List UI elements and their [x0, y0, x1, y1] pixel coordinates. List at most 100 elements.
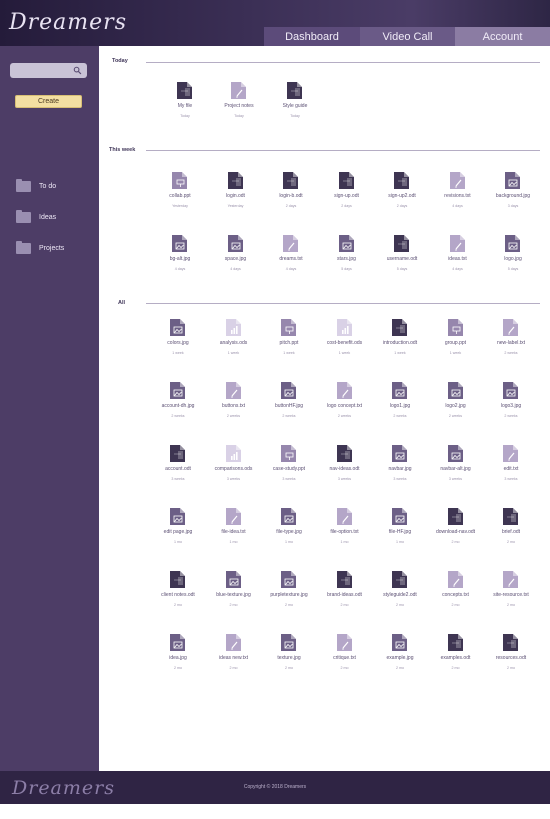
file-item[interactable]: collab.ppt Yesterday: [152, 171, 208, 215]
sidebar-item-ideas[interactable]: Ideas: [16, 209, 96, 224]
file-item[interactable]: colors.jpg 1 week: [150, 318, 206, 362]
tab-account[interactable]: Account: [455, 27, 550, 46]
file-item[interactable]: edit.txt 3 weeks: [483, 444, 539, 488]
divider: [146, 303, 540, 304]
file-item[interactable]: Style guide Today: [267, 81, 323, 125]
file-item[interactable]: purpletexture.jpg 2 mo: [261, 570, 317, 614]
file-date: 2 mo: [340, 603, 349, 607]
tab-video-call[interactable]: Video Call: [360, 27, 455, 46]
tab-dashboard[interactable]: Dashboard: [264, 27, 360, 46]
file-item[interactable]: buttons.txt 2 weeks: [206, 381, 262, 425]
file-name: navbar-alt.jpg: [440, 466, 471, 472]
file-item[interactable]: dreams.txt 4 days: [263, 234, 319, 278]
text-file-icon: [502, 444, 519, 463]
file-item[interactable]: new-label.txt 2 weeks: [483, 318, 539, 362]
file-item[interactable]: idea.jpg 2 mo: [150, 633, 206, 677]
file-item[interactable]: cost-benefit.ods 1 week: [317, 318, 373, 362]
spreadsheet-file-icon: [225, 318, 242, 337]
file-item[interactable]: example.jpg 2 mo: [372, 633, 428, 677]
file-item[interactable]: account-dh.jpg 2 weeks: [150, 381, 206, 425]
file-name: My file: [177, 103, 193, 109]
file-date: 2 days: [341, 204, 352, 208]
file-item[interactable]: My file Today: [157, 81, 213, 125]
file-item[interactable]: blue-texture.jpg 2 mo: [206, 570, 262, 614]
file-item[interactable]: navbar.jpg 3 weeks: [372, 444, 428, 488]
file-item[interactable]: space.jpg 4 days: [208, 234, 264, 278]
file-date: 1 week: [172, 351, 184, 355]
logo[interactable]: Dreamers: [9, 10, 127, 35]
file-item[interactable]: styleguide2.odt 2 mo: [372, 570, 428, 614]
file-name: logo concept.txt: [326, 403, 363, 409]
file-date: 2 weeks: [504, 351, 518, 355]
file-item[interactable]: Project notes Today: [211, 81, 267, 125]
file-item[interactable]: pitch.ppt 1 week: [261, 318, 317, 362]
sidebar-item-projects[interactable]: Projects: [16, 240, 96, 255]
section-title-this-week: This week: [109, 147, 136, 153]
file-name: sign-up.odt: [334, 193, 359, 199]
file-item[interactable]: ideas new.txt 2 mo: [206, 633, 262, 677]
file-item[interactable]: brand-ideas.odt 2 mo: [317, 570, 373, 614]
file-item[interactable]: logo2.jpg 2 weeks: [428, 381, 484, 425]
file-name: ideas.txt: [448, 256, 467, 262]
file-item[interactable]: introduction.odt 1 week: [372, 318, 428, 362]
file-item[interactable]: logo.jpg 5 days: [485, 234, 541, 278]
file-item[interactable]: buttonHF.jpg 2 weeks: [261, 381, 317, 425]
sidebar-item-todo[interactable]: To do: [16, 178, 96, 193]
file-name: buttonHF.jpg: [274, 403, 304, 409]
create-button[interactable]: Create: [15, 95, 82, 108]
file-item[interactable]: logo3.jpg 2 weeks: [483, 381, 539, 425]
file-item[interactable]: ideas.txt 4 days: [430, 234, 486, 278]
file-item[interactable]: texture.jpg 2 mo: [261, 633, 317, 677]
file-item[interactable]: client notes.odt 2 mo: [150, 570, 206, 614]
file-item[interactable]: background.jpg 3 days: [485, 171, 541, 215]
file-item[interactable]: nav-ideas.odt 3 weeks: [317, 444, 373, 488]
file-item[interactable]: file-HF.jpg 1 mo: [372, 507, 428, 551]
file-item[interactable]: logo concept.txt 2 weeks: [317, 381, 373, 425]
file-item[interactable]: logo1.jpg 2 weeks: [372, 381, 428, 425]
file-date: 3 weeks: [337, 477, 352, 481]
file-item[interactable]: username.odt 5 days: [374, 234, 430, 278]
image-file-icon: [280, 381, 297, 400]
file-item[interactable]: login-b.odt 2 days: [263, 171, 319, 215]
file-date: 1 mo: [340, 540, 349, 544]
file-item[interactable]: site-resource.txt 2 mo: [483, 570, 539, 614]
file-name: critique.txt: [333, 655, 356, 661]
file-name: edit page.jpg: [163, 529, 193, 535]
image-file-icon: [280, 507, 297, 526]
file-item[interactable]: critique.txt 2 mo: [317, 633, 373, 677]
file-item[interactable]: stars.jpg 5 days: [319, 234, 375, 278]
file-item[interactable]: account.odt 3 weeks: [150, 444, 206, 488]
file-name: analysis.ods: [219, 340, 248, 346]
file-name: idea.jpg: [169, 655, 187, 661]
file-item[interactable]: file-option.txt 1 mo: [317, 507, 373, 551]
file-item[interactable]: edit page.jpg 1 mo: [150, 507, 206, 551]
file-date: 5 days: [341, 267, 352, 271]
search-icon[interactable]: [73, 66, 82, 75]
file-item[interactable]: examples.odt 2 mo: [428, 633, 484, 677]
file-name: examples.odt: [440, 655, 471, 661]
image-file-icon: [391, 633, 408, 652]
image-file-icon: [171, 234, 188, 253]
file-item[interactable]: comparisons.ods 3 weeks: [206, 444, 262, 488]
text-file-icon: [225, 381, 242, 400]
file-item[interactable]: file-idea.txt 1 mo: [206, 507, 262, 551]
file-item[interactable]: download-nav.odt 2 mo: [428, 507, 484, 551]
file-item[interactable]: login.odt Yesterday: [208, 171, 264, 215]
file-item[interactable]: group.ppt 1 week: [428, 318, 484, 362]
file-name: download-nav.odt: [435, 529, 476, 535]
file-item[interactable]: revisions.txt 4 days: [430, 171, 486, 215]
file-item[interactable]: resources.odt 2 mo: [483, 633, 539, 677]
file-item[interactable]: file-type.jpg 1 mo: [261, 507, 317, 551]
file-item[interactable]: case-study.ppt 3 weeks: [261, 444, 317, 488]
file-item[interactable]: navbar-alt.jpg 3 weeks: [428, 444, 484, 488]
file-item[interactable]: sign-up2.odt 2 days: [374, 171, 430, 215]
file-name: texture.jpg: [277, 655, 301, 661]
file-item[interactable]: bg-alt.jpg 4 days: [152, 234, 208, 278]
file-item[interactable]: sign-up.odt 2 days: [319, 171, 375, 215]
file-date: 2 weeks: [448, 414, 463, 418]
search-input[interactable]: [10, 63, 87, 78]
file-name: file-idea.txt: [221, 529, 246, 535]
file-item[interactable]: concepts.txt 2 mo: [428, 570, 484, 614]
file-item[interactable]: brief.odt 2 mo: [483, 507, 539, 551]
file-item[interactable]: analysis.ods 1 week: [206, 318, 262, 362]
